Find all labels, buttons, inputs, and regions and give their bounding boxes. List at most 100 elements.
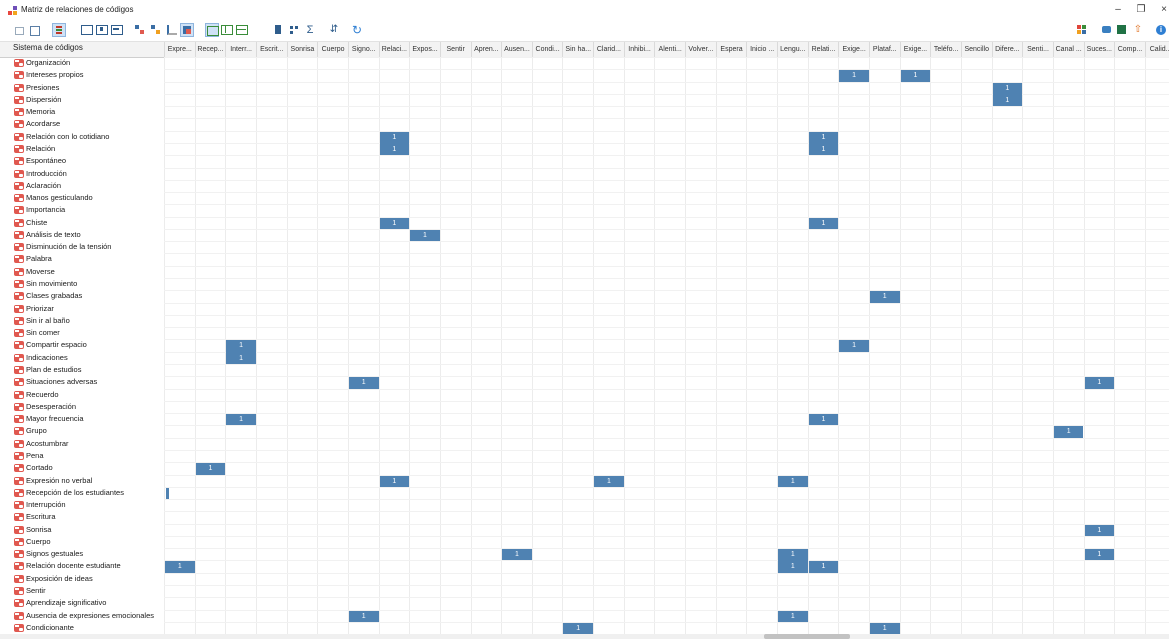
column-header[interactable]: Signo... [347, 42, 379, 57]
code-row[interactable]: Importancia [14, 204, 65, 216]
code-row[interactable]: Sentir [14, 585, 46, 597]
code-row[interactable]: Grupo [14, 425, 47, 437]
column-header[interactable]: Relati... [807, 42, 839, 57]
relation-cell-block[interactable]: 11 [778, 549, 808, 573]
table-view-icon[interactable] [205, 23, 219, 37]
relation-cell-block[interactable]: 1 [869, 291, 900, 303]
grid-view-icon[interactable] [28, 23, 42, 37]
column-header[interactable]: Volver... [685, 42, 716, 57]
column-header[interactable]: Escrit... [255, 42, 287, 57]
relation-cell-block[interactable]: 1 [1084, 549, 1115, 561]
tree-icon[interactable] [133, 23, 147, 37]
code-row[interactable]: Aclaración [14, 180, 61, 192]
code-row[interactable]: Sin comer [14, 327, 60, 339]
code-row[interactable]: Signos gestuales [14, 548, 83, 560]
column-header[interactable]: Comp... [1114, 42, 1145, 57]
code-row[interactable]: Desesperación [14, 401, 76, 413]
relation-cell-block[interactable]: 1 [900, 70, 931, 82]
column-header[interactable]: Expos... [409, 42, 440, 57]
grid-small-icon[interactable] [12, 23, 26, 37]
code-row[interactable]: Relación [14, 143, 55, 155]
column-header[interactable]: Sentir [439, 42, 471, 57]
code-row[interactable]: Presiones [14, 82, 59, 94]
code-row[interactable]: Pena [14, 450, 44, 462]
code-row[interactable]: Acostumbrar [14, 438, 69, 450]
relation-cell-block[interactable]: 1 [563, 622, 594, 635]
column-header[interactable]: Inicio ... [746, 42, 777, 57]
code-row[interactable]: Indicaciones [14, 352, 68, 364]
code-row[interactable]: Sonrisa [14, 524, 51, 536]
column-header[interactable]: Espera [715, 42, 747, 57]
code-row[interactable]: Chiste [14, 217, 47, 229]
document-icon[interactable] [272, 23, 286, 37]
column-header[interactable]: Sonrisa [286, 42, 318, 57]
relation-cell-block[interactable]: 1 [410, 229, 440, 242]
code-row[interactable]: Moverse [14, 266, 55, 278]
restore-icon[interactable]: ❐ [1134, 4, 1148, 16]
relation-cell-block[interactable]: 1 [1084, 377, 1115, 389]
code-row[interactable]: Plan de estudios [14, 364, 81, 376]
relation-cell-block[interactable]: 1 [808, 217, 839, 229]
column-header[interactable]: Teléfo... [930, 42, 961, 57]
code-row[interactable]: Cuerpo [14, 536, 51, 548]
code-row[interactable]: Memoria [14, 106, 55, 118]
code-row[interactable]: Disminución de la tensión [14, 241, 111, 253]
code-row[interactable]: Manos gesticulando [14, 192, 93, 204]
code-toggle-icon[interactable] [52, 23, 66, 37]
code-row[interactable]: Ausencia de expresiones emocionales [14, 610, 154, 622]
column-header[interactable]: Suces... [1083, 42, 1115, 57]
column-header[interactable]: Interr... [225, 42, 256, 57]
relation-cell-block[interactable]: 1 [808, 414, 839, 426]
column-header[interactable]: Ausen... [501, 42, 532, 57]
code-row[interactable]: Relación docente estudiante [14, 560, 121, 572]
code-row[interactable]: Condicionante [14, 622, 74, 634]
sort-columns-icon[interactable]: ⇵ [327, 23, 341, 37]
code-row[interactable]: Introducción [14, 168, 67, 180]
relation-cell-block[interactable]: 1 [379, 217, 410, 229]
relation-cell-block[interactable]: 11 [992, 82, 1023, 107]
column-header[interactable]: Condi... [531, 42, 563, 57]
horizontal-scrollbar[interactable] [0, 634, 1169, 639]
matrix-icon[interactable] [288, 23, 302, 37]
camera-icon[interactable] [1100, 23, 1114, 37]
code-row[interactable]: Organización [14, 57, 70, 69]
code-row[interactable]: Exposición de ideas [14, 573, 93, 585]
minimize-icon[interactable]: – [1111, 4, 1125, 16]
code-row[interactable]: Interrupción [14, 499, 66, 511]
refresh-icon[interactable]: ↻ [350, 23, 364, 37]
column-header[interactable]: Apren... [470, 42, 502, 57]
code-row[interactable]: Relación con lo cotidiano [14, 131, 109, 143]
code-row[interactable]: Aprendizaje significativo [14, 597, 106, 609]
column-header[interactable]: Cuerpo [317, 42, 348, 57]
relation-cell-block[interactable]: 1 [778, 610, 808, 622]
code-row[interactable]: Situaciones adversas [14, 376, 97, 388]
relation-cell-block[interactable]: 1 [1053, 426, 1084, 438]
relation-cell-block[interactable]: 1 [165, 561, 195, 573]
relation-cell-block[interactable]: 1 [778, 475, 808, 487]
code-row[interactable]: Espontáneo [14, 155, 66, 167]
color-palette-icon[interactable] [1076, 23, 1090, 37]
relation-cell-block[interactable]: 11 [226, 340, 256, 364]
code-row[interactable]: Palabra [14, 253, 52, 265]
sum-icon[interactable]: Σ [303, 23, 317, 37]
column-header[interactable]: Clarid... [593, 42, 624, 57]
code-row[interactable]: Intereses propios [14, 69, 84, 81]
column-header[interactable]: Exige... [899, 42, 931, 57]
close-icon[interactable]: × [1157, 4, 1169, 16]
column-header[interactable]: Senti... [1022, 42, 1053, 57]
relation-cell-block[interactable]: 1 [808, 561, 839, 573]
code-row[interactable]: Expresión no verbal [14, 475, 92, 487]
column-header[interactable]: Canal ... [1052, 42, 1084, 57]
column-header[interactable]: Inhibi... [623, 42, 655, 57]
relation-cell-block[interactable]: 1 [594, 475, 624, 487]
code-row[interactable]: Recuerdo [14, 389, 59, 401]
scrollbar-thumb[interactable] [764, 634, 850, 639]
info-icon[interactable]: i [1154, 23, 1168, 37]
code-row[interactable]: Acordarse [14, 118, 60, 130]
relation-cell-block[interactable]: 1 [379, 475, 410, 487]
code-row[interactable]: Sin movimiento [14, 278, 77, 290]
symbol-view-icon[interactable] [180, 23, 194, 37]
relation-cell-block[interactable]: 11 [379, 131, 410, 156]
relation-cell-block[interactable]: 1 [226, 414, 256, 426]
code-row[interactable]: Sin ir al baño [14, 315, 70, 327]
